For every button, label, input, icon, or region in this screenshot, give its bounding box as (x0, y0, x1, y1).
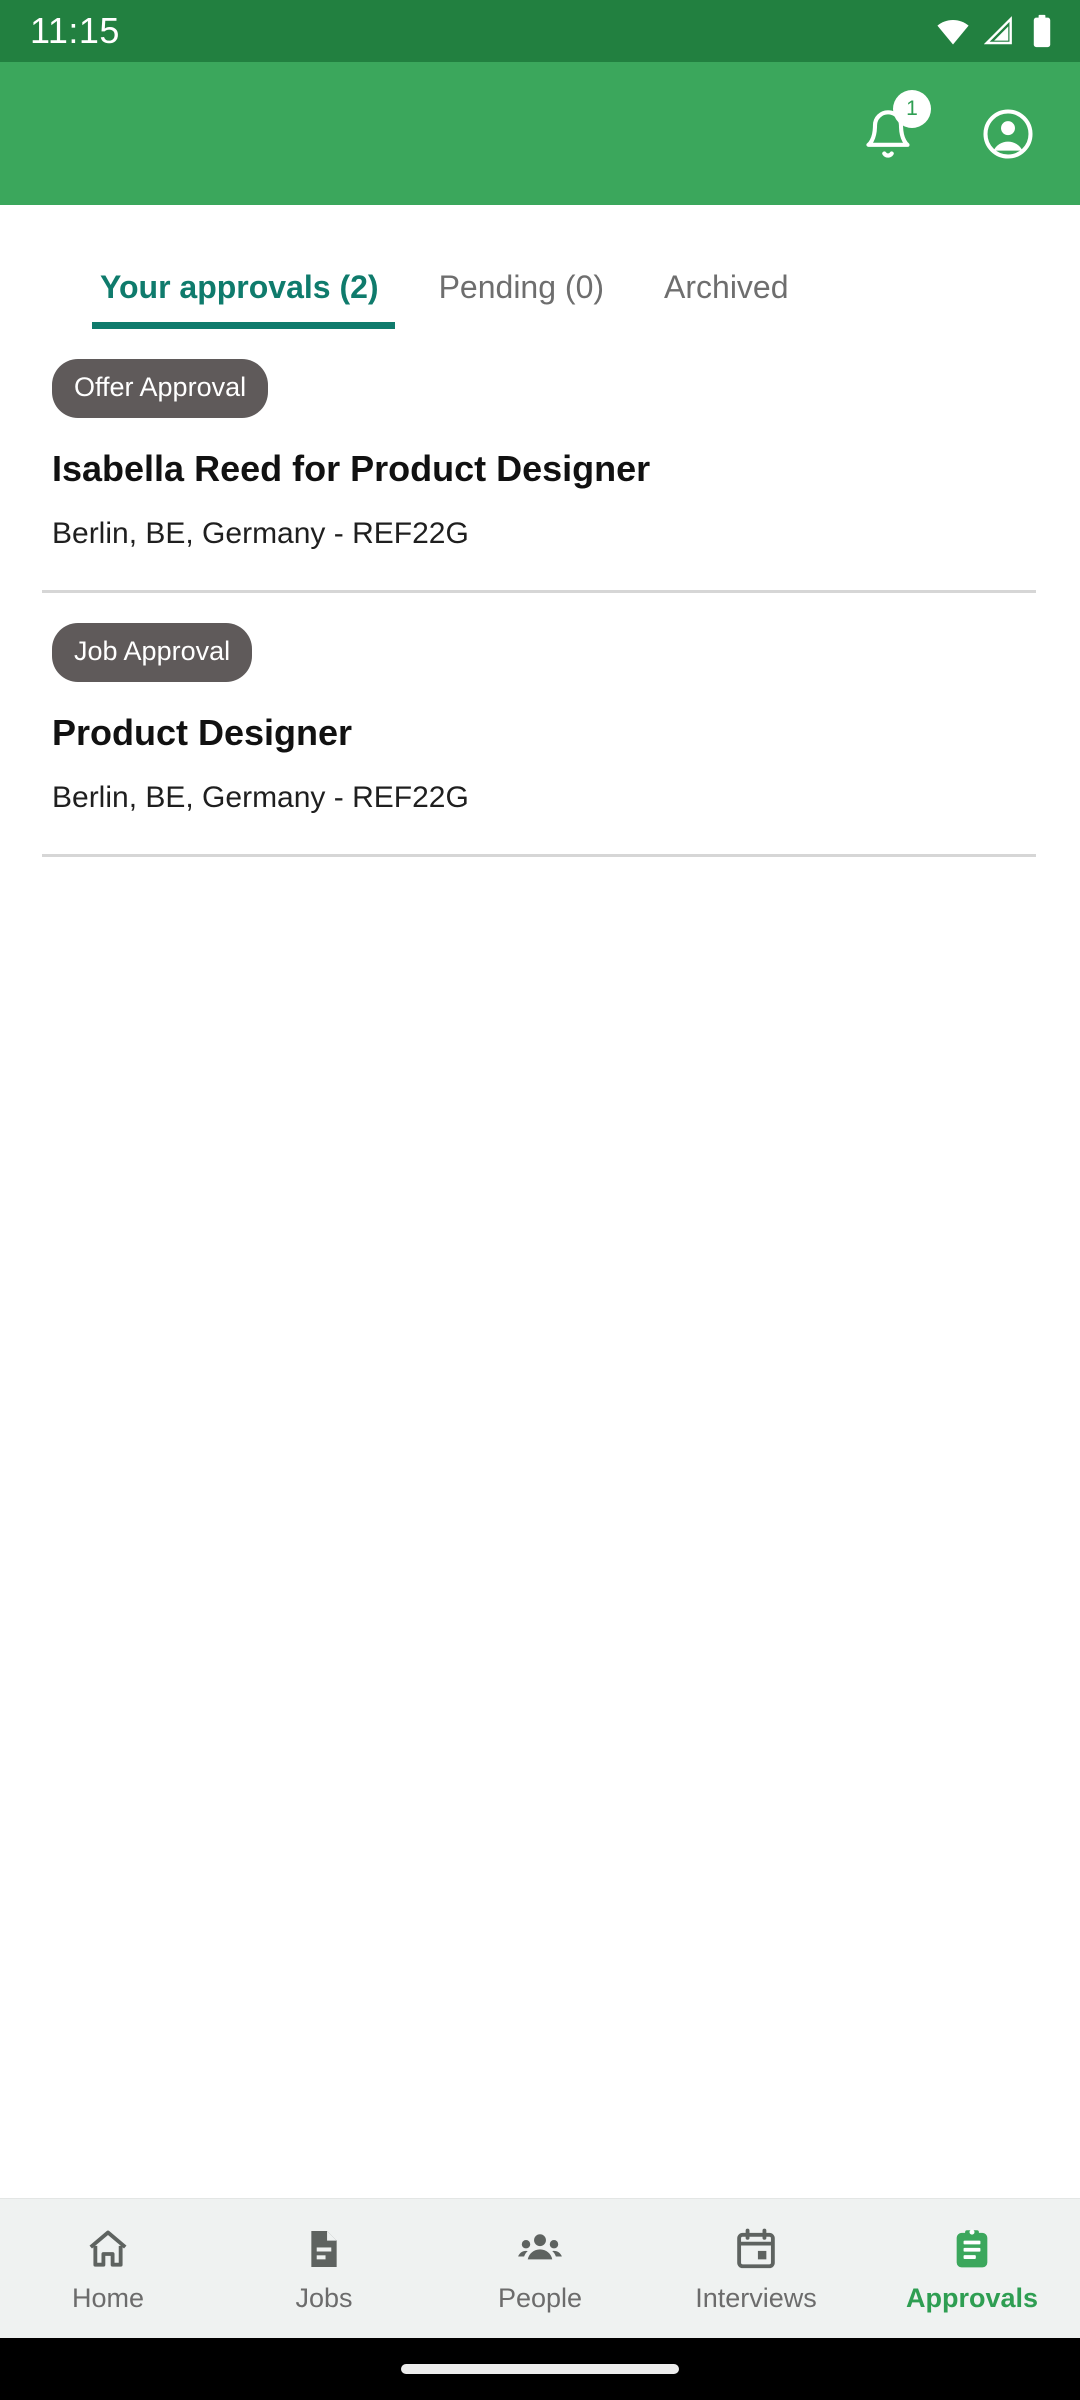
nav-label-interviews: Interviews (695, 2282, 817, 2313)
cellular-signal-icon (984, 15, 1016, 47)
nav-item-people[interactable]: People (432, 2226, 648, 2312)
clipboard-icon (949, 2226, 995, 2272)
status-badge: Job Approval (52, 622, 253, 682)
nav-item-jobs[interactable]: Jobs (216, 2226, 432, 2312)
people-group-icon (517, 2226, 563, 2272)
approval-subtitle: Berlin, BE, Germany - REF22G (52, 781, 469, 815)
app-root: 11:15 1 Your approvals (2) Pending (0) A… (0, 0, 1080, 2400)
document-icon (301, 2226, 347, 2272)
tab-pending[interactable]: Pending (0) (439, 271, 604, 329)
nav-label-approvals: Approvals (905, 2282, 1039, 2313)
calendar-icon (733, 2226, 779, 2272)
approval-list-item[interactable]: Offer Approval Isabella Reed for Product… (0, 329, 1080, 552)
status-clock: 11:15 (30, 10, 120, 51)
system-gesture-bar (0, 2338, 1080, 2400)
nav-item-approvals[interactable]: Approvals (864, 2226, 1080, 2312)
nav-item-home[interactable]: Home (0, 2226, 216, 2312)
notification-badge: 1 (893, 89, 931, 128)
approval-subtitle: Berlin, BE, Germany - REF22G (52, 517, 469, 551)
nav-label-people: People (497, 2282, 583, 2313)
home-icon (85, 2226, 131, 2272)
approvals-list: Offer Approval Isabella Reed for Product… (0, 329, 1080, 2198)
approvals-tab-bar: Your approvals (2) Pending (0) Archived (0, 205, 1080, 329)
notifications-button[interactable]: 1 (858, 89, 931, 164)
tab-archived[interactable]: Archived (664, 271, 789, 329)
list-divider (42, 853, 1036, 857)
battery-icon (1030, 14, 1054, 48)
wifi-icon (936, 14, 970, 48)
account-button[interactable] (978, 104, 1038, 164)
approval-title: Isabella Reed for Product Designer (52, 448, 651, 489)
nav-label-home: Home (71, 2282, 145, 2313)
tab-your-approvals[interactable]: Your approvals (2) (92, 271, 395, 329)
nav-label-jobs: Jobs (295, 2282, 353, 2313)
app-bar-actions: 1 (858, 89, 1038, 164)
bottom-navigation: Home Jobs People Interviews Approvals (0, 2198, 1080, 2338)
app-bar: 1 (0, 62, 1080, 205)
status-bar-icons (936, 14, 1054, 48)
approval-title: Product Designer (52, 711, 353, 753)
approval-list-item[interactable]: Job Approval Product Designer Berlin, BE… (0, 593, 1080, 816)
status-badge: Offer Approval (52, 359, 269, 418)
nav-item-interviews[interactable]: Interviews (648, 2226, 864, 2312)
status-bar: 11:15 (0, 0, 1080, 62)
account-circle-icon (981, 107, 1035, 161)
gesture-handle[interactable] (401, 2364, 679, 2374)
